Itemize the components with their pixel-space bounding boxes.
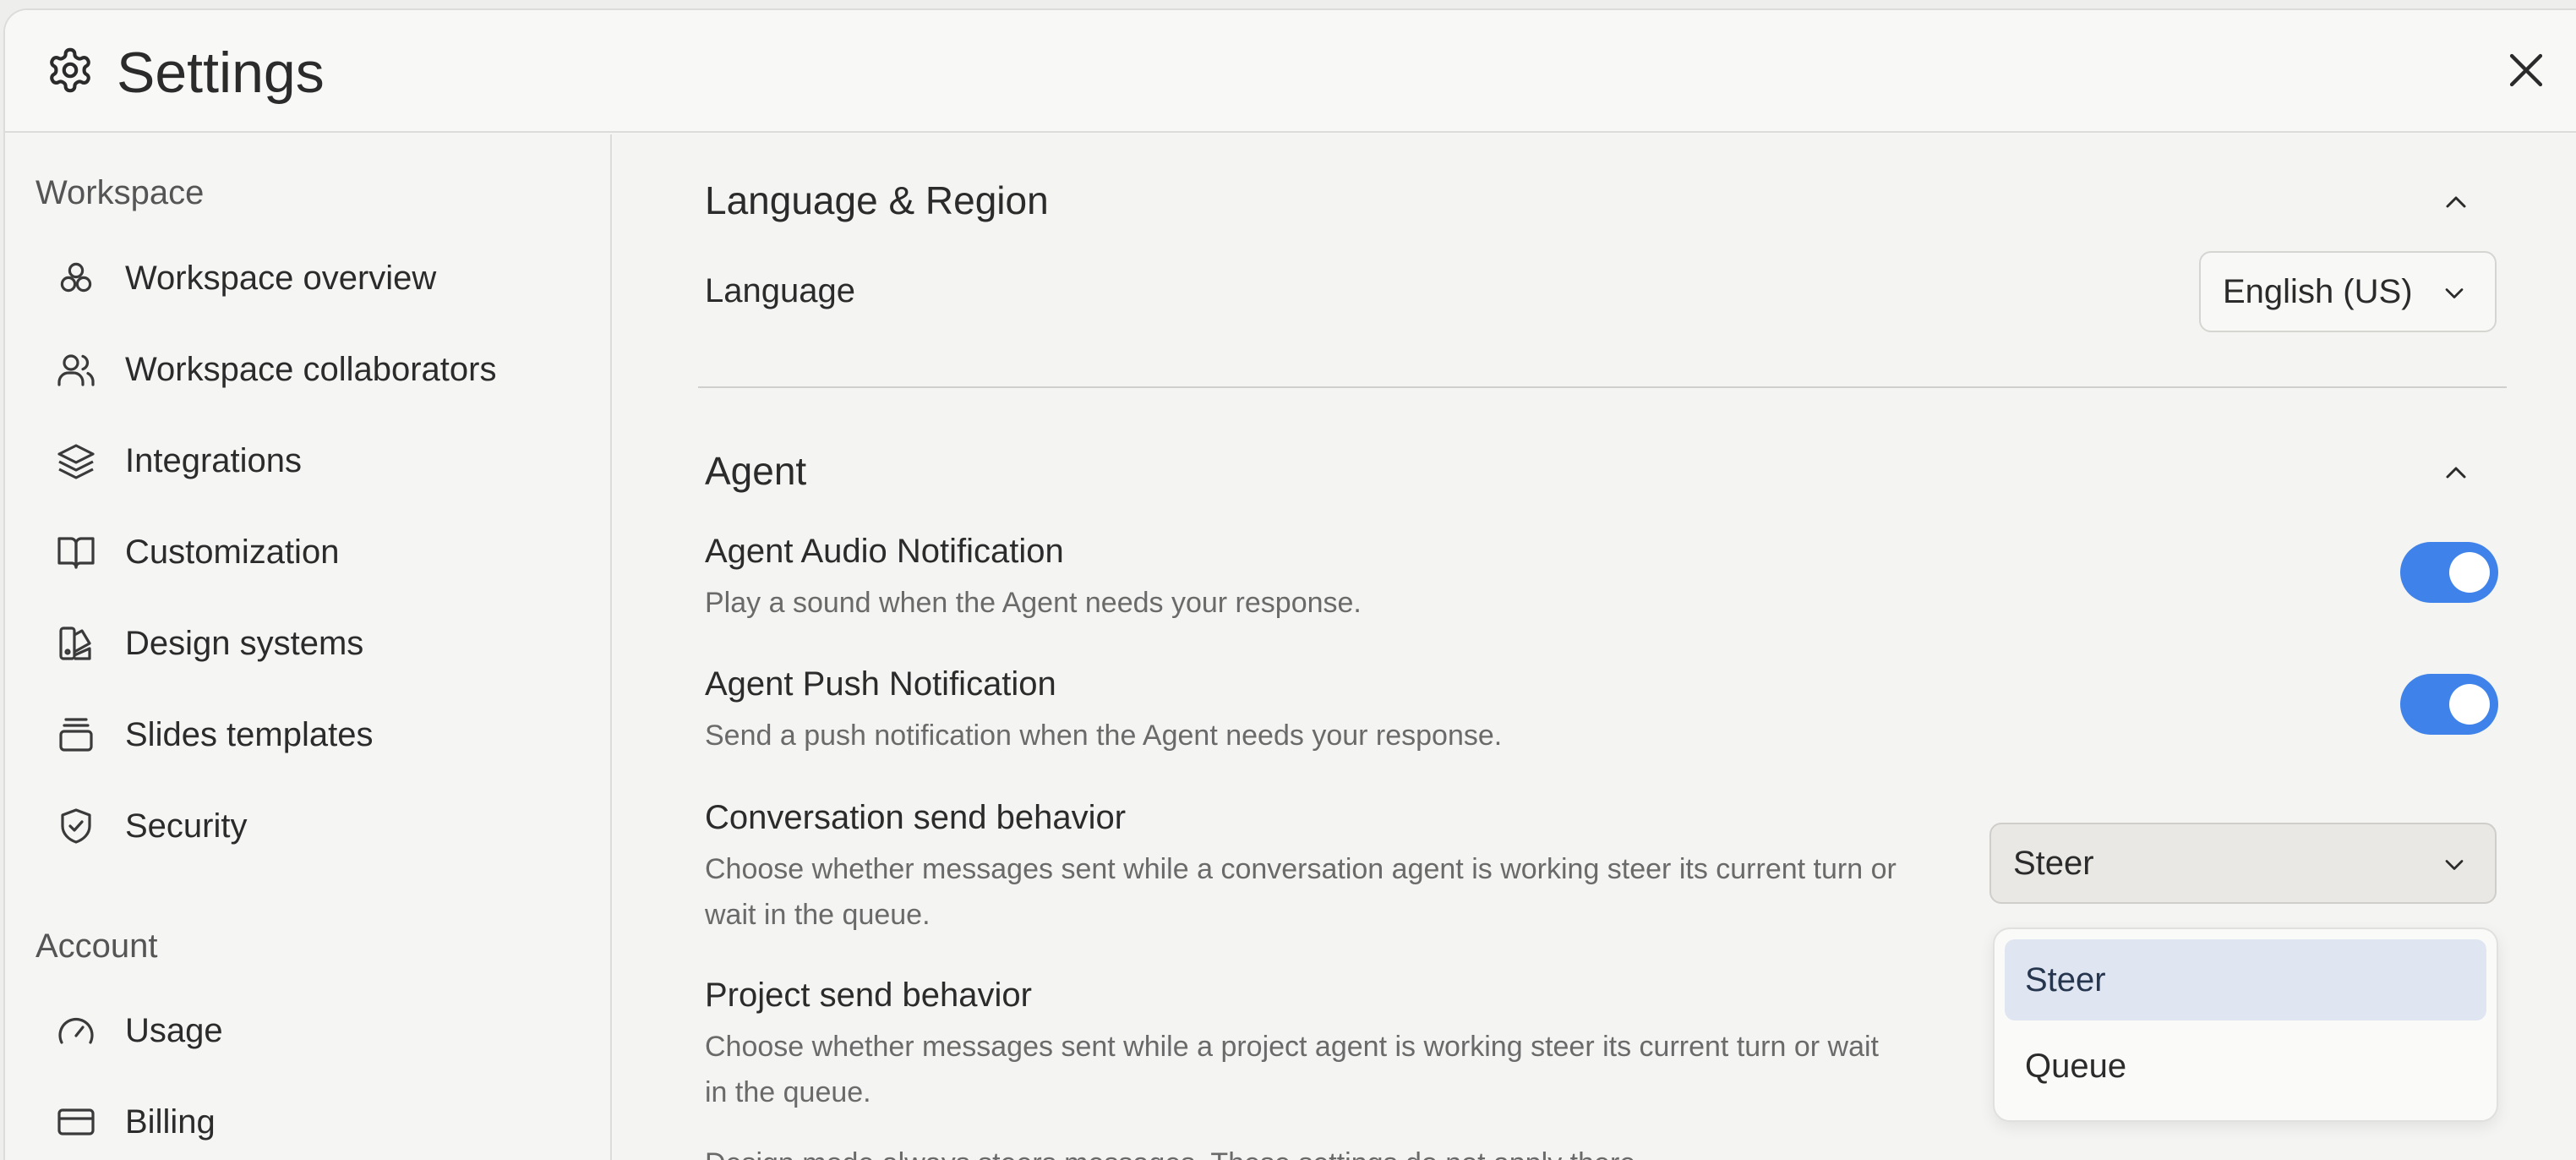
shield-check-icon (56, 806, 96, 846)
agent-audio-toggle[interactable] (2400, 542, 2498, 603)
dropdown-option-label: Steer (2025, 960, 2106, 999)
chevron-down-icon (2439, 278, 2470, 309)
sidebar-item-slides-templates[interactable]: Slides templates (19, 698, 593, 772)
sidebar-group-title-workspace: Workspace (35, 174, 205, 211)
sidebar-item-label: Slides templates (125, 715, 374, 753)
sidebar-item-label: Workspace collaborators (125, 350, 497, 388)
language-select-value: English (US) (2223, 272, 2413, 310)
gauge-icon (56, 1010, 96, 1051)
settings-content: Language & Region Language English (US) … (614, 134, 2576, 1160)
settings-modal: Settings Workspace Workspace overview Wo… (3, 8, 2576, 1160)
agent-audio-desc: Play a sound when the Agent needs your r… (705, 587, 1362, 619)
chevron-up-icon[interactable] (2439, 185, 2473, 219)
project-send-desc-line1: Choose whether messages sent while a pro… (705, 1031, 1879, 1063)
toggle-knob (2449, 552, 2490, 593)
sidebar-item-label: Security (125, 807, 248, 845)
toggle-knob (2449, 684, 2490, 725)
language-label: Language (705, 272, 855, 309)
close-icon[interactable] (2502, 46, 2551, 95)
sidebar-item-workspace-overview[interactable]: Workspace overview (19, 241, 593, 315)
gear-icon (46, 46, 95, 95)
book-icon (56, 532, 96, 572)
conversation-send-desc-line2: wait in the queue. (705, 899, 931, 931)
slides-stack-icon (56, 714, 96, 755)
dropdown-option-steer[interactable]: Steer (2005, 939, 2486, 1020)
credit-card-icon (56, 1102, 96, 1142)
section-title-language-region: Language & Region (705, 178, 1049, 222)
sidebar-item-label: Billing (125, 1103, 216, 1141)
section-title-agent: Agent (705, 449, 807, 493)
sidebar-item-security[interactable]: Security (19, 789, 593, 863)
section-divider (698, 386, 2507, 388)
send-behavior-dropdown: Steer Queue (1993, 927, 2498, 1122)
users-icon (56, 349, 96, 390)
project-send-desc-line2: in the queue. (705, 1076, 871, 1108)
sidebar-item-billing[interactable]: Billing (19, 1085, 593, 1159)
sidebar-item-design-systems[interactable]: Design systems (19, 606, 593, 681)
sidebar-group-title-account: Account (35, 927, 158, 965)
page-title: Settings (117, 41, 325, 105)
chevron-down-icon (2439, 850, 2470, 880)
sidebar-item-usage[interactable]: Usage (19, 993, 593, 1068)
sidebar-item-integrations[interactable]: Integrations (19, 424, 593, 498)
sidebar-item-label: Integrations (125, 441, 303, 479)
conversation-send-desc-line1: Choose whether messages sent while a con… (705, 853, 1897, 885)
dropdown-option-label: Queue (2025, 1047, 2127, 1085)
conversation-send-label: Conversation send behavior (705, 799, 1127, 836)
settings-header: Settings (5, 10, 2576, 133)
circles-icon (56, 258, 96, 298)
project-send-label: Project send behavior (705, 977, 1032, 1014)
sidebar-item-workspace-collaborators[interactable]: Workspace collaborators (19, 332, 593, 407)
language-select[interactable]: English (US) (2199, 251, 2497, 332)
design-mode-note: Design mode always steers messages. Thes… (705, 1141, 1973, 1160)
sidebar-item-label: Design systems (125, 624, 364, 662)
layers-icon (56, 440, 96, 481)
agent-audio-label: Agent Audio Notification (705, 533, 1064, 570)
chevron-up-icon[interactable] (2439, 456, 2473, 490)
sidebar-item-label: Usage (125, 1011, 223, 1049)
palette-icon (56, 623, 96, 664)
sidebar-item-customization[interactable]: Customization (19, 515, 593, 589)
settings-sidebar: Workspace Workspace overview Workspace c… (5, 134, 612, 1160)
sidebar-item-label: Customization (125, 533, 340, 571)
conversation-send-select-value: Steer (2013, 844, 2094, 882)
agent-push-desc: Send a push notification when the Agent … (705, 720, 1503, 752)
conversation-send-select[interactable]: Steer (1989, 823, 2497, 904)
agent-push-toggle[interactable] (2400, 674, 2498, 735)
sidebar-item-label: Workspace overview (125, 259, 437, 297)
dropdown-option-queue[interactable]: Queue (2005, 1026, 2486, 1107)
agent-push-label: Agent Push Notification (705, 665, 1056, 703)
